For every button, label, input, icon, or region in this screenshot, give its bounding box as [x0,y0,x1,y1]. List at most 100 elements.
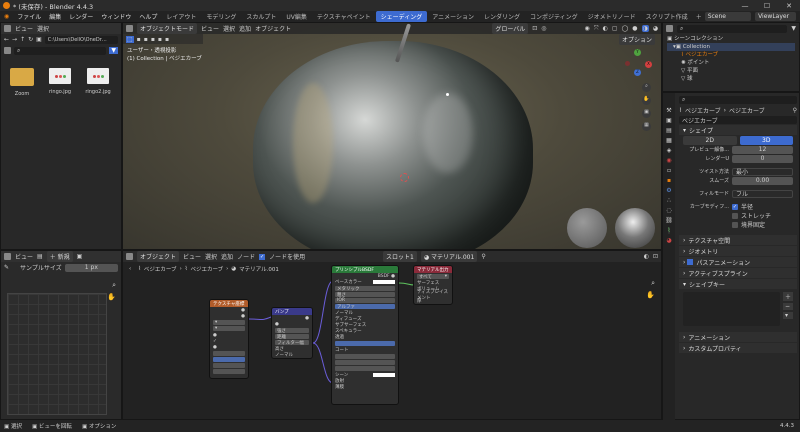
transform-orientation-dropdown[interactable]: グローバル [492,23,529,34]
scene-tab-icon[interactable]: ◈ [667,147,672,154]
viewport-menu-object[interactable]: オブジェクト [255,24,291,33]
mode-dropdown[interactable]: オブジェクトモード [137,23,198,34]
tab-rendering[interactable]: レンダリング [479,11,525,22]
stretch-checkbox[interactable] [732,212,738,219]
filter-icon[interactable]: ▼ [791,25,796,32]
menu-window[interactable]: ウィンドウ [97,12,135,21]
node-zoom-icon[interactable]: ⌕ [651,279,655,288]
section-path-animation[interactable]: › パスアニメーション [679,257,797,267]
file-item-image[interactable]: ringo.jpg [45,68,75,97]
path-field[interactable]: C:\Users\DellO\OneDr… [44,35,118,44]
preview-resolution-field[interactable]: 12 [732,145,793,154]
pin-icon[interactable]: ⚲ [793,107,797,114]
path-anim-checkbox[interactable] [687,259,694,265]
properties-search-input[interactable]: ⌕ [679,96,797,104]
shading-material-icon[interactable]: ◑ [641,25,649,32]
collection-row[interactable]: ▾▣ Collection [667,43,795,51]
menu-render[interactable]: レンダー [65,12,97,21]
scene-selector[interactable]: Scene [704,12,752,21]
add-workspace-icon[interactable]: ＋ [693,12,705,21]
render-tab-icon[interactable]: ▣ [666,117,672,124]
snap-icon[interactable]: ⊡ [532,25,537,32]
constraints-tab-icon[interactable]: ⛓ [665,217,673,224]
tab-texture-paint[interactable]: テクスチャペイント [312,11,376,22]
visibility-icon[interactable]: ◉ [585,25,590,32]
back-icon[interactable]: ← [4,36,9,43]
open-image-icon[interactable]: ▣ [77,253,83,260]
editor-type-icon[interactable] [4,25,11,32]
zoom-icon[interactable]: ⌕ [112,281,116,290]
filter-search-input[interactable]: ⌕ [14,46,107,55]
material-tab-icon[interactable]: ◕ [666,237,671,244]
overlay-icon[interactable]: ◐ [603,25,608,32]
tab-scripting[interactable]: スクリプト作成 [641,11,693,22]
section-animation[interactable]: › アニメーション [679,332,797,342]
forward-icon[interactable]: → [12,36,17,43]
object-tab-icon[interactable]: ▪ [667,177,671,184]
zoom-icon[interactable]: ⌕ [642,83,651,92]
clamp-checkbox[interactable] [732,221,738,228]
shading-solid-icon[interactable]: ● [632,25,637,32]
filter-icon[interactable]: ▼ [109,47,118,54]
select-mode-subtract-icon[interactable]: ▪ [151,36,155,43]
maximize-icon[interactable]: ☐ [756,0,778,11]
tab-geometry-nodes[interactable]: ジオメトリノード [583,11,641,22]
tab-shading[interactable]: シェーディング [375,11,428,22]
render-resolution-field[interactable]: 0 [732,154,793,163]
toggle-3d-button[interactable]: 3D [739,136,793,145]
shape-key-menu-icon[interactable]: ▾ [782,312,793,319]
file-item-folder[interactable]: Zoom [7,68,37,97]
3d-cursor-icon[interactable] [400,173,409,182]
menu-edit[interactable]: 編集 [45,12,65,21]
viewport-3d[interactable]: オブジェクトモード ビュー 選択 追加 オブジェクト グローバル ⊡ ◎ ◉ ⤧… [122,22,662,250]
node-pan-icon[interactable]: ✋ [646,291,655,299]
select-box-icon[interactable]: ⬚ [126,35,134,43]
ortho-icon[interactable]: ▦ [642,122,651,131]
tab-modeling[interactable]: モデリング [201,11,241,22]
tab-layout[interactable]: レイアウト [161,11,201,22]
particles-tab-icon[interactable]: ∴ [667,197,671,204]
sample-tool-icon[interactable]: ✎ [4,264,9,271]
texture-coordinate-node[interactable]: テクスチャ座標 ● ● ▾ ▾ ● ✓ ● [209,299,249,379]
gizmo-icon[interactable]: ⤧ [594,25,599,33]
shading-rendered-icon[interactable]: ◕ [653,25,658,32]
editor-type-icon[interactable] [666,25,673,32]
section-shape[interactable]: ▾ シェイプ [679,125,797,135]
toggle-2d-button[interactable]: 2D [683,136,737,145]
material-output-node[interactable]: マテリアル出力 すべて ▾ サーフェス ボリューム ディスプレイスメント 厚 [413,265,453,305]
outliner-search-input[interactable]: ⌕ [677,24,788,33]
bump-node[interactable]: バンプ ● ● 強さ 距離 フィルター幅 高さ ノーマル [271,307,313,359]
close-icon[interactable]: ✕ [778,0,800,11]
options-dropdown[interactable]: オプション [618,34,655,45]
outliner-item[interactable]: ⌇ ベジエカーブ [667,51,795,59]
menu-help[interactable]: ヘルプ [135,12,161,21]
datablock-name-field[interactable]: ベジエカーブ [679,116,797,125]
radius-checkbox[interactable]: ✓ [732,203,738,210]
select-mode-intersect-icon[interactable]: ▪ [165,36,169,43]
new-folder-icon[interactable]: ▣ [36,36,42,43]
modifier-tab-icon[interactable]: ⚙ [666,187,671,194]
collection-tab-icon[interactable]: ▫ [667,167,671,174]
principled-bsdf-node[interactable]: プリンシプルBSDF BSDF ● ベースカラー メタリック 粗さ IOR アル… [331,265,399,405]
select-mode-extend-icon[interactable]: ▪ [144,36,148,43]
fill-mode-dropdown[interactable]: フル [732,189,793,198]
proportional-icon[interactable]: ◎ [541,25,546,32]
outliner-item[interactable]: ▽ 平面 [667,67,795,75]
world-tab-icon[interactable]: ◉ [666,157,671,164]
pan-icon[interactable]: ✋ [642,96,651,105]
sample-size-field[interactable]: 1 px [64,263,118,272]
image-grid[interactable] [7,293,107,415]
section-shape-keys[interactable]: ▾ シェイプキー [679,279,797,289]
xray-icon[interactable]: ▢ [612,25,618,32]
navigation-gizmo[interactable]: Y X Z [623,49,653,79]
image-menu-view[interactable]: ビュー [15,252,33,261]
camera-icon[interactable]: ▣ [642,109,651,118]
viewport-menu-add[interactable]: 追加 [239,24,251,33]
image-browse-icon[interactable]: ▤ [37,253,43,260]
shading-wire-icon[interactable]: ◯ [622,25,629,32]
parent-dir-icon[interactable]: ↑ [20,36,25,43]
viewlayer-selector[interactable]: ViewLayer [755,12,796,21]
section-active-spline[interactable]: › アクティブスプライン [679,268,797,278]
tab-uv[interactable]: UV編集 [281,11,312,22]
shape-keys-list[interactable] [683,292,780,326]
